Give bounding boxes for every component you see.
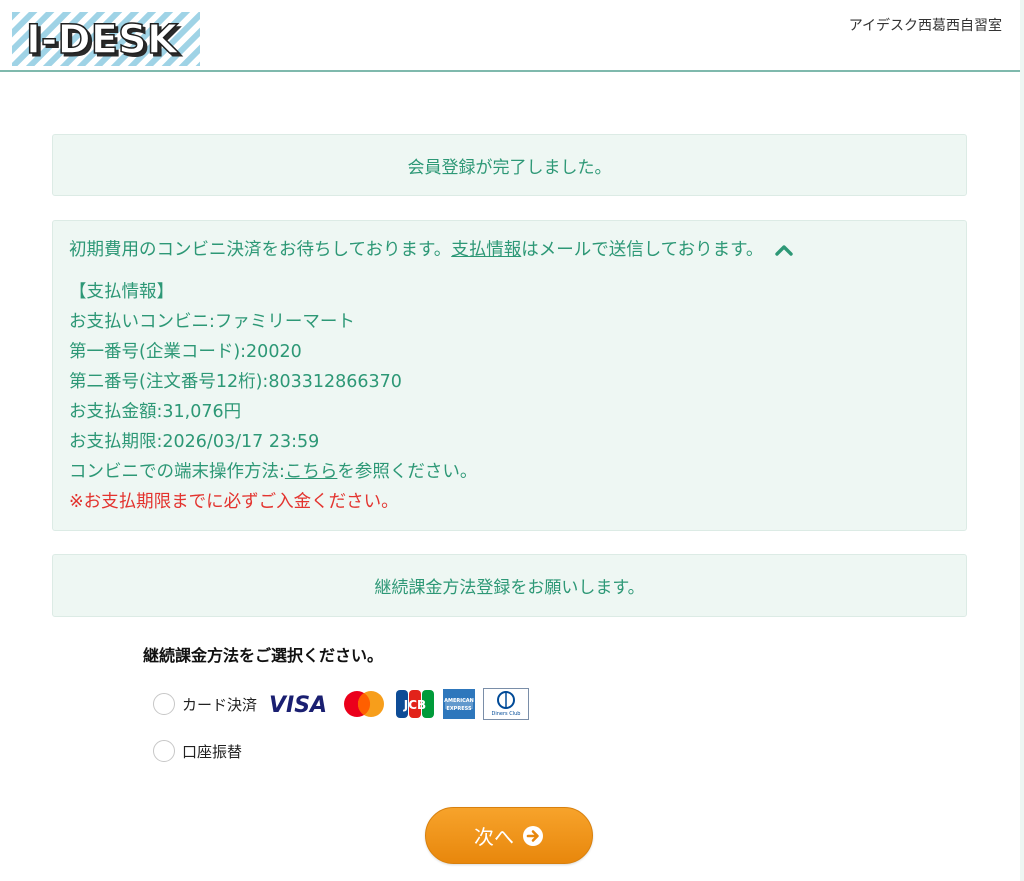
card-payment-radio[interactable] bbox=[153, 693, 175, 715]
payment-first-number: 第一番号(企業コード):20020 bbox=[69, 342, 302, 362]
recurring-request-panel: 継続課金方法登録をお願いします。 bbox=[52, 554, 967, 617]
amex-logo-icon: AMERICAN EXPRESS bbox=[443, 689, 476, 719]
bank-transfer-option[interactable]: 口座振替 bbox=[153, 735, 252, 767]
card-payment-label: カード決済 bbox=[182, 695, 258, 714]
svg-text:JCB: JCB bbox=[403, 698, 426, 712]
payment-amount: お支払金額:31,076円 bbox=[69, 402, 242, 422]
payment-info-details: 【支払情報】 お支払いコンビニ:ファミリーマート 第一番号(企業コード):200… bbox=[69, 277, 950, 517]
site-name: アイデスク西葛西自習室 bbox=[848, 18, 1002, 34]
jcb-logo-icon: JCB bbox=[396, 690, 435, 718]
right-rail bbox=[1020, 0, 1024, 881]
payment-warning: ※お支払期限までに必ずご入金ください。 bbox=[69, 492, 399, 512]
registration-complete-panel: 会員登録が完了しました。 bbox=[52, 134, 967, 196]
visa-logo-icon: VISA bbox=[269, 693, 327, 718]
operation-prefix: コンビニでの端末操作方法: bbox=[69, 462, 285, 482]
payment-info-panel: 初期費用のコンビニ決済をお待ちしております。支払情報はメールで送信しております。… bbox=[52, 220, 967, 531]
payment-info-link[interactable]: 支払情報 bbox=[451, 240, 521, 260]
operation-link[interactable]: こちら bbox=[285, 462, 338, 482]
visa-logo-text: VISA bbox=[269, 693, 327, 718]
diners-club-logo-icon: Diners Club bbox=[483, 688, 530, 720]
svg-text:AMERICAN: AMERICAN bbox=[444, 698, 474, 704]
i-desk-logo[interactable]: I-DESK I-DESK bbox=[12, 12, 200, 66]
registration-complete-message: 会員登録が完了しました。 bbox=[407, 157, 612, 178]
chevron-up-icon[interactable] bbox=[775, 243, 793, 257]
svg-text:EXPRESS: EXPRESS bbox=[446, 706, 472, 712]
card-brand-logos: VISA JCB AMERICAN EXPRESS Diners Club bbox=[267, 688, 537, 720]
site-header: I-DESK I-DESK アイデスク西葛西自習室 bbox=[0, 0, 1020, 72]
svg-text:Diners Club: Diners Club bbox=[492, 711, 521, 717]
header-suffix: はメールで送信しております。 bbox=[521, 240, 764, 260]
payment-second-number: 第二番号(注文番号12桁):803312866370 bbox=[69, 372, 402, 392]
recurring-request-message: 継続課金方法登録をお願いします。 bbox=[374, 578, 645, 598]
payment-store: お支払いコンビニ:ファミリーマート bbox=[69, 312, 355, 332]
payment-operation-line: コンビニでの端末操作方法:こちらを参照ください。 bbox=[69, 457, 950, 487]
operation-suffix: を参照ください。 bbox=[337, 462, 478, 482]
page: I-DESK I-DESK アイデスク西葛西自習室 会員登録が完了しました。 初… bbox=[0, 0, 1024, 881]
bank-transfer-radio[interactable] bbox=[153, 740, 175, 762]
mastercard-logo-icon bbox=[344, 691, 385, 717]
next-button[interactable]: 次へ bbox=[425, 807, 593, 864]
payment-method-title: 継続課金方法をご選択ください。 bbox=[143, 646, 384, 665]
header-prefix: 初期費用のコンビニ決済をお待ちしております。 bbox=[69, 240, 452, 260]
payment-info-header: 初期費用のコンビニ決済をお待ちしております。支払情報はメールで送信しております。 bbox=[69, 235, 950, 265]
logo-text-highlight: I-DESK bbox=[26, 17, 180, 63]
arrow-circle-right-icon bbox=[523, 825, 543, 846]
payment-section-title: 【支払情報】 bbox=[69, 282, 174, 302]
payment-deadline: お支払期限:2026/03/17 23:59 bbox=[69, 432, 320, 452]
bank-transfer-label: 口座振替 bbox=[182, 742, 243, 761]
next-button-label: 次へ bbox=[474, 825, 514, 849]
card-payment-option[interactable]: カード決済 VISA JCB AMERICAN EXPRESS Diners C… bbox=[153, 688, 537, 720]
